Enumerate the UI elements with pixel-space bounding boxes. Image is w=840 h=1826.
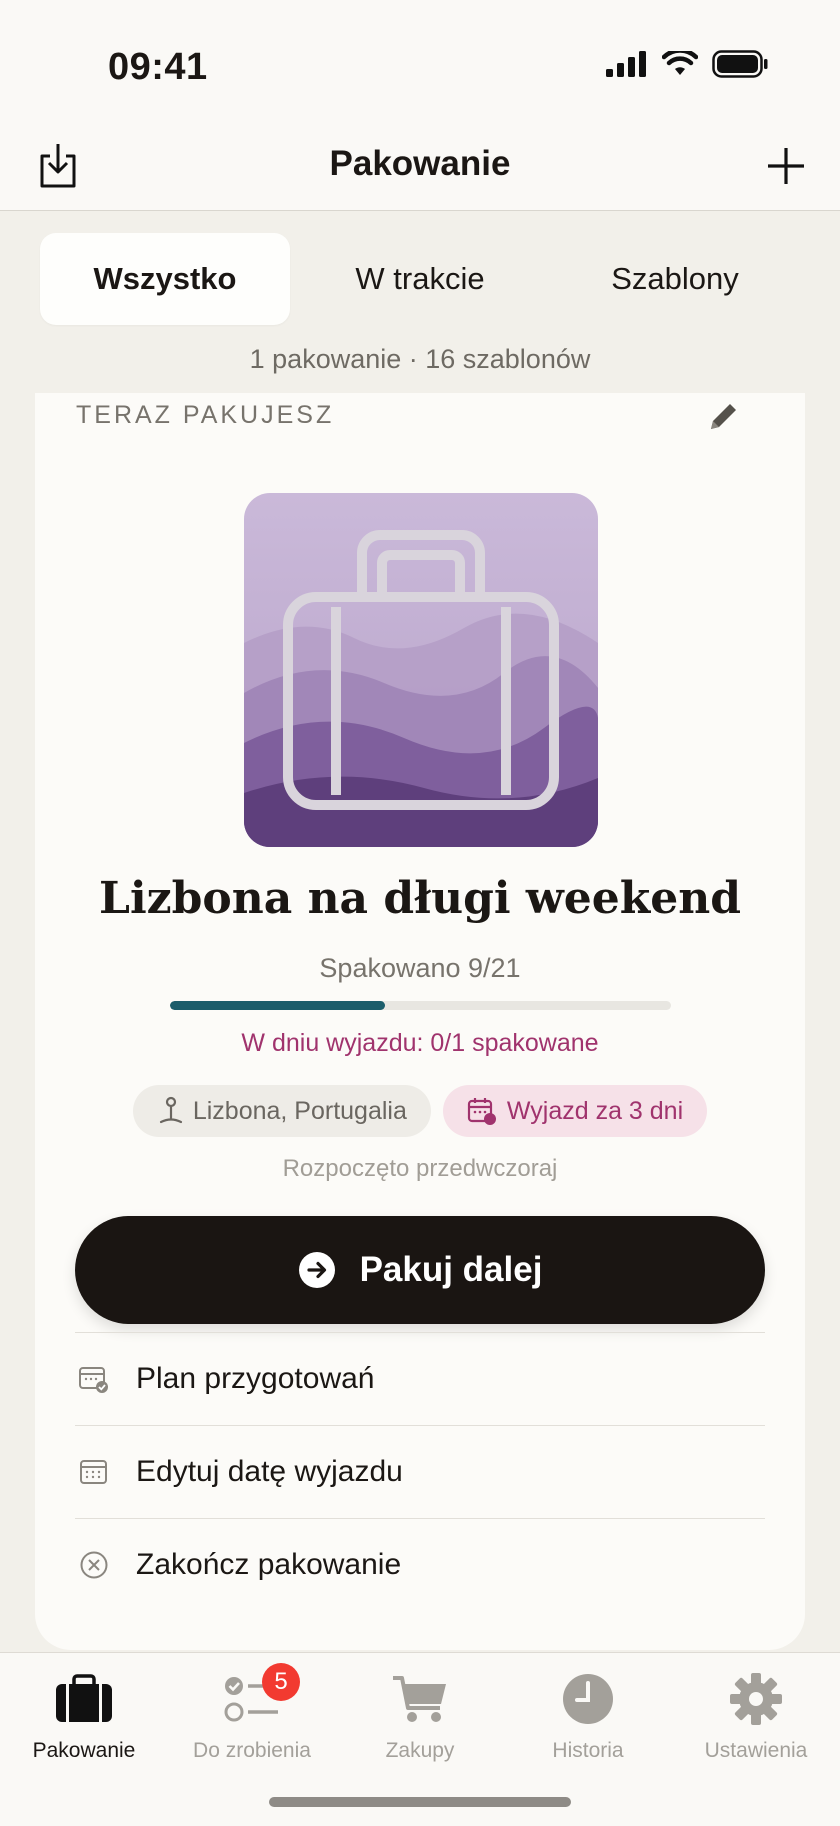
add-button[interactable] xyxy=(758,138,814,194)
calendar-check-icon xyxy=(78,1363,110,1395)
plus-icon xyxy=(768,148,804,184)
departure-chip[interactable]: Wyjazd za 3 dni xyxy=(442,1085,708,1137)
packing-summary: 1 pakowanie · 16 szablonów xyxy=(249,344,591,374)
todo-badge: 5 xyxy=(262,1663,300,1701)
edit-date-label: Edytuj datę wyjazdu xyxy=(136,1455,403,1488)
tab-packing[interactable]: Pakowanie xyxy=(0,1653,168,1783)
wifi-icon xyxy=(662,51,698,75)
gear-icon xyxy=(721,1667,791,1731)
home-indicator xyxy=(269,1797,571,1807)
calendar-clock-icon xyxy=(467,1098,496,1125)
location-chip[interactable]: Lizbona, Portugalia xyxy=(132,1085,431,1137)
prep-plan-label: Plan przygotowań xyxy=(136,1362,375,1395)
navigation-bar: Pakowanie xyxy=(0,118,840,211)
tab-shopping[interactable]: Zakupy xyxy=(336,1653,504,1783)
section-label: TERAZ PAKUJESZ xyxy=(76,401,335,429)
tab-todo-label: Do zrobienia xyxy=(193,1739,311,1762)
edit-date-row[interactable]: Edytuj datę wyjazdu xyxy=(75,1425,765,1518)
tab-history-label: Historia xyxy=(552,1739,624,1762)
trip-chips: Lizbona, Portugalia Wyjazd za 3 dni xyxy=(35,1085,805,1137)
close-circle-icon xyxy=(78,1549,110,1581)
battery-icon xyxy=(712,50,768,78)
cart-icon xyxy=(385,1667,455,1731)
packing-progress-bar xyxy=(170,1001,671,1010)
segment-in-progress[interactable]: W trakcie xyxy=(295,233,545,325)
current-packing-card: TERAZ PAKUJESZ Lizbona na długi weekend … xyxy=(35,393,805,1650)
finish-packing-label: Zakończ pakowanie xyxy=(136,1548,402,1581)
tab-settings[interactable]: Ustawienia xyxy=(672,1653,840,1783)
status-time: 09:41 xyxy=(108,46,208,88)
pencil-icon xyxy=(711,404,736,429)
tab-history[interactable]: Historia xyxy=(504,1653,672,1783)
suitcase-illustration xyxy=(244,493,598,847)
departure-day-status: W dniu wyjazdu: 0/1 spakowane xyxy=(241,1029,599,1057)
segmented-control: Wszystko W trakcie Szablony xyxy=(40,233,800,325)
continue-packing-label: Pakuj dalej xyxy=(359,1250,543,1289)
segment-templates[interactable]: Szablony xyxy=(550,233,800,325)
started-text: Rozpoczęto przedwczoraj xyxy=(282,1155,558,1182)
page-title: Pakowanie xyxy=(329,144,511,183)
location-chip-label: Lizbona, Portugalia xyxy=(192,1096,407,1125)
packing-progress-fill xyxy=(170,1001,385,1010)
tab-packing-label: Pakowanie xyxy=(32,1739,136,1762)
prep-plan-row[interactable]: Plan przygotowań xyxy=(75,1332,765,1425)
signal-icon xyxy=(606,51,646,77)
trip-title: Lizbona na długi weekend xyxy=(99,873,741,924)
trip-image xyxy=(244,493,598,847)
segment-all[interactable]: Wszystko xyxy=(40,233,290,325)
continue-packing-button[interactable]: Pakuj dalej xyxy=(75,1216,765,1324)
calendar-icon xyxy=(78,1456,110,1488)
status-bar: 09:41 xyxy=(0,0,840,118)
tab-shopping-label: Zakupy xyxy=(385,1739,455,1762)
status-icons xyxy=(606,50,768,78)
tab-settings-label: Ustawienia xyxy=(704,1739,808,1762)
finish-packing-row[interactable]: Zakończ pakowanie xyxy=(75,1518,765,1611)
map-pin-icon xyxy=(159,1096,182,1124)
departure-chip-label: Wyjazd za 3 dni xyxy=(506,1096,684,1125)
suitcase-icon xyxy=(49,1667,119,1731)
edit-button[interactable] xyxy=(703,397,743,437)
arrow-right-circle-icon xyxy=(298,1252,335,1288)
action-list: Plan przygotowań Edytuj datę wyjazdu Zak… xyxy=(75,1332,765,1611)
packed-count: Spakowano 9/21 xyxy=(319,953,521,983)
tab-todo[interactable]: 5 Do zrobienia xyxy=(168,1653,336,1783)
clock-icon xyxy=(553,1667,623,1731)
